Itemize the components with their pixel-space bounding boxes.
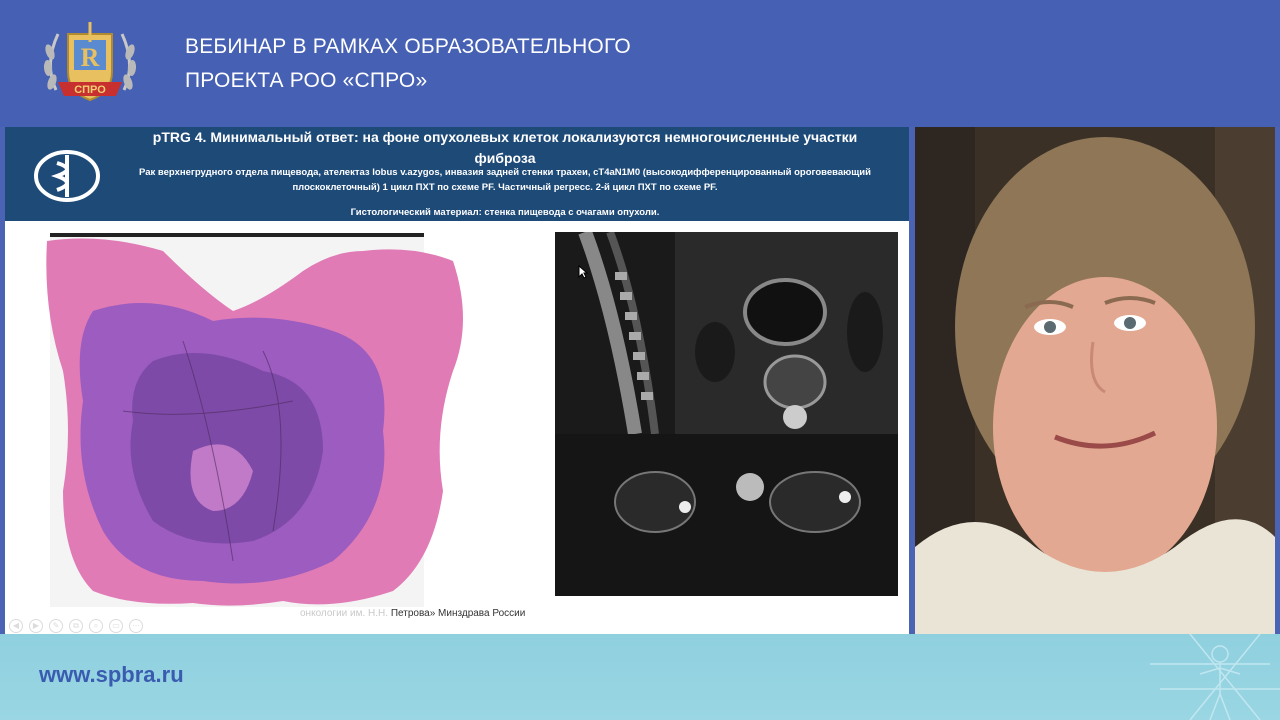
pen-icon[interactable]: ✎: [49, 619, 63, 633]
zoom-icon[interactable]: ⌕: [89, 619, 103, 633]
svg-text:R: R: [81, 43, 100, 72]
slide-title-line1: pTRG 4. Минимальный ответ: на фоне опухо…: [152, 129, 858, 145]
slides-overview-icon[interactable]: ⧉: [69, 619, 83, 633]
webinar-header: R СПРО Вебинар в рамках образовательного…: [0, 0, 1280, 127]
slide-footer-faded: онкологии им. Н.Н.: [300, 608, 389, 619]
histology-label: Гистологический материал: стенка пищевод…: [350, 207, 660, 218]
slide-footer-dark: Петрова» Минздрава России: [390, 608, 526, 619]
prev-slide-icon[interactable]: ◀: [9, 619, 23, 633]
spro-logo: R СПРО: [43, 22, 137, 102]
human-figure-icon: [1150, 634, 1280, 720]
webinar-footer: www.spbra.ru: [0, 634, 1280, 720]
slide-title: pTRG 4. Минимальный ответ: на фоне опухо…: [115, 127, 895, 169]
next-slide-icon[interactable]: ▶: [29, 619, 43, 633]
website-link[interactable]: www.spbra.ru: [39, 662, 184, 688]
more-options-icon[interactable]: ⋯: [129, 619, 143, 633]
slide-footer-text: онкологии им. Н.Н. Петрова» Минздрава Ро…: [300, 608, 525, 619]
webinar-title-line2: проекта РОО «СПРО»: [185, 69, 428, 92]
slide-header: pTRG 4. Минимальный ответ: на фоне опухо…: [5, 127, 909, 221]
slide-subtitle: Рак верхнегрудного отдела пищевода, ател…: [115, 165, 895, 195]
svg-text:СПРО: СПРО: [74, 84, 106, 96]
subtitles-icon[interactable]: ▭: [109, 619, 123, 633]
webinar-title-line1: Вебинар в рамках образовательного: [185, 35, 631, 58]
caduceus-logo: [34, 150, 100, 202]
mri-images: [555, 232, 898, 596]
mouse-cursor-icon: [578, 265, 588, 279]
histology-image: [46, 233, 463, 607]
presentation-slide: pTRG 4. Минимальный ответ: на фоне опухо…: [5, 127, 909, 635]
webinar-title: Вебинар в рамках образовательного проект…: [185, 30, 631, 98]
slide-subtitle-line2: плоскоклеточный) 1 цикл ПХТ по схеме PF.…: [292, 182, 718, 193]
slide-controls: ◀ ▶ ✎ ⧉ ⌕ ▭ ⋯: [9, 619, 143, 633]
speaker-webcam: [915, 127, 1275, 635]
slide-subtitle-line1: Рак верхнегрудного отдела пищевода, ател…: [139, 167, 871, 178]
